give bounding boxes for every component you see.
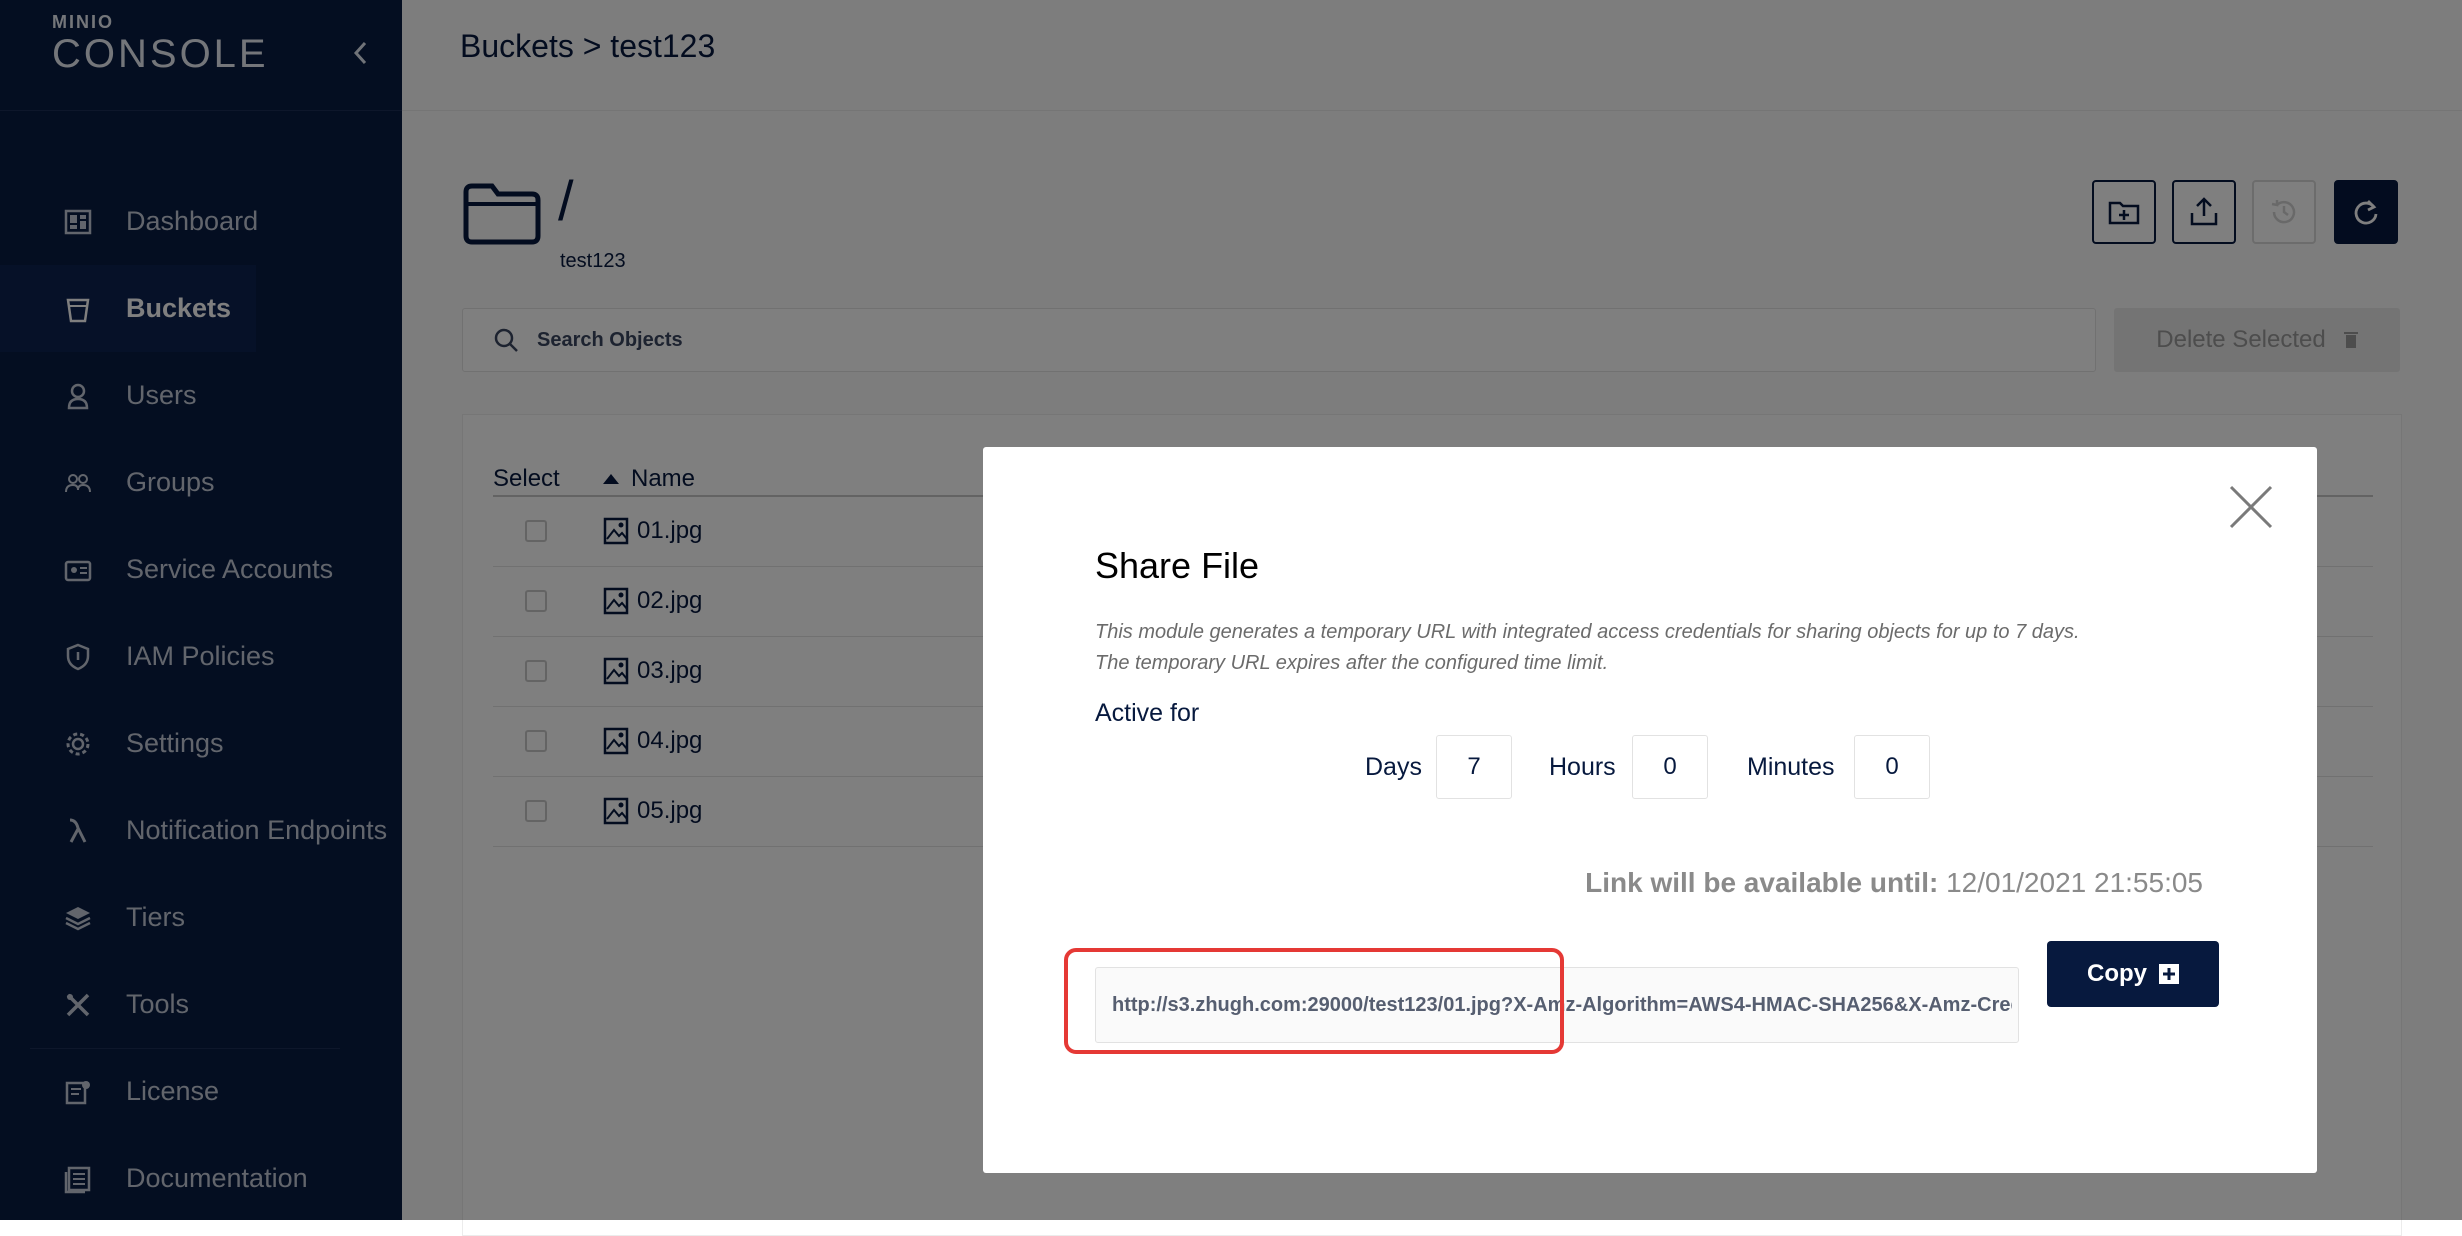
close-dialog-button[interactable]: [2227, 483, 2275, 531]
dialog-title: Share File: [1095, 545, 1260, 586]
hours-input[interactable]: [1632, 735, 1708, 799]
share-file-dialog: Share File This module generates a tempo…: [983, 447, 2317, 1173]
expiry-date: 12/01/2021 21:55:05: [1946, 867, 2203, 898]
expiry-label: Link will be available until:: [1585, 867, 1939, 898]
minutes-input[interactable]: [1854, 735, 1930, 799]
link-expiry-text: Link will be available until: 12/01/2021…: [1585, 867, 2203, 899]
hours-label: Hours: [1549, 753, 1616, 781]
close-icon: [2229, 485, 2273, 529]
copy-label: Copy: [2087, 960, 2147, 987]
active-for-label: Active for: [1095, 699, 1200, 727]
dialog-description: This module generates a temporary URL wi…: [1095, 617, 2195, 679]
copy-link-button[interactable]: Copy: [2047, 941, 2219, 1007]
annotation-highlight-box: [1064, 948, 1564, 1054]
days-label: Days: [1365, 753, 1422, 781]
description-line: This module generates a temporary URL wi…: [1095, 621, 2080, 643]
description-line: The temporary URL expires after the conf…: [1095, 652, 1609, 674]
minutes-label: Minutes: [1747, 753, 1835, 781]
copy-icon: [2159, 964, 2179, 984]
days-input[interactable]: [1436, 735, 1512, 799]
